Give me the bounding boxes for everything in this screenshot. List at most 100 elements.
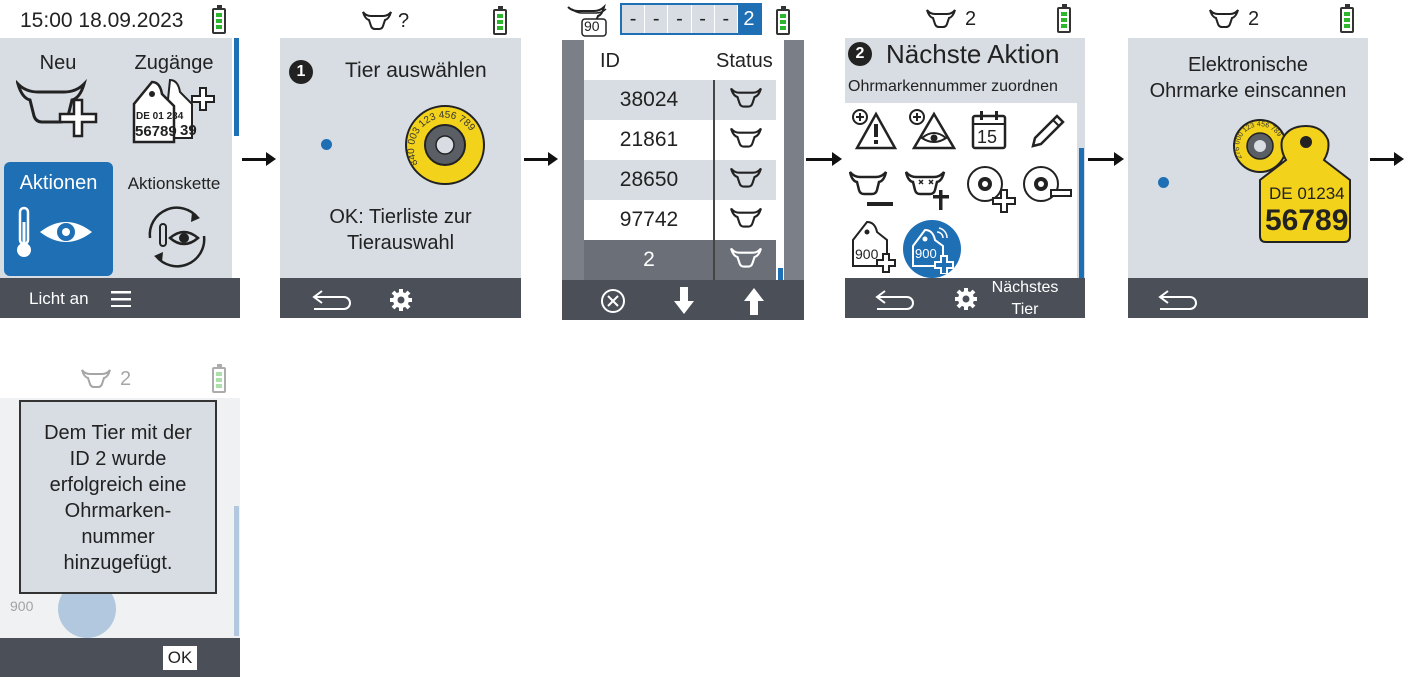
add-electronic-ear-tag-button[interactable]: 900 (903, 220, 961, 278)
status-bar: 90 - - - - - 2 (562, 0, 804, 38)
battery-icon (1057, 4, 1071, 33)
herd-count: 90 (584, 18, 600, 34)
gear-icon[interactable] (390, 289, 412, 311)
message-line: ID 2 wurde (69, 448, 167, 470)
battery-icon (776, 6, 790, 35)
cancel-circle-icon[interactable] (600, 288, 626, 314)
table-row-selected[interactable]: 2 (584, 240, 776, 280)
message-line: erfolgreich eine (49, 474, 187, 496)
cow-head-icon (81, 369, 111, 388)
animal-death-icon[interactable] (905, 168, 955, 212)
table-row[interactable]: 21861 (584, 120, 776, 160)
battery-icon (212, 364, 226, 393)
footer-bar (1128, 278, 1368, 318)
add-animal-icon (16, 78, 98, 138)
scan-title-line-1: Elektronische (1187, 54, 1309, 76)
footer-bar (562, 280, 804, 320)
message-line: hinzugefügt. (63, 552, 173, 574)
back-icon[interactable] (1156, 288, 1200, 312)
row-id: 21861 (619, 128, 679, 151)
scan-panel: Elektronische Ohrmarke einscannen 276 00… (1128, 38, 1368, 278)
page: { "colors": {"screen_bg": "#d8dde3", "fo… (0, 0, 1408, 677)
status-cow-icon (716, 86, 776, 108)
cow-head-icon (1209, 9, 1239, 28)
id-input[interactable]: - - - - - 2 (620, 3, 762, 35)
battery-icon (493, 6, 507, 35)
next-animal-button[interactable]: Nächstes Tier (983, 277, 1067, 321)
screen-main-menu: 15:00 18.09.2023 Neu Zugänge DE 01 234 5… (0, 0, 240, 318)
flow-arrow (242, 152, 276, 166)
dimmed-scrollbar (234, 506, 239, 636)
tile-neu[interactable]: Neu (0, 38, 116, 156)
next-animal-label-2: Tier (1011, 301, 1039, 318)
tag-country-text: DE 01234 (1269, 184, 1345, 203)
back-icon[interactable] (873, 288, 917, 312)
row-id: 38024 (619, 88, 679, 111)
scrollbar[interactable] (1079, 148, 1084, 278)
add-electronic-tag-icon[interactable] (965, 164, 1017, 214)
flow-arrow (806, 152, 842, 166)
tag-label: 900 (855, 246, 879, 262)
gear-icon[interactable] (955, 288, 977, 310)
table-row[interactable]: 28650 (584, 160, 776, 200)
message-line: nummer (81, 526, 155, 548)
table-row[interactable]: 97742 (584, 200, 776, 240)
status-cow-icon (716, 206, 776, 228)
hamburger-menu-icon[interactable] (111, 291, 131, 307)
pencil-icon[interactable] (1029, 112, 1067, 150)
animal-id-indicator: 2 (965, 8, 977, 30)
table-row[interactable]: 38024 (584, 80, 776, 120)
footer-bar: Nächstes Tier (845, 278, 1085, 318)
calendar-day: 15 (977, 127, 998, 147)
cow-head-icon (926, 9, 956, 28)
flow-arrow (524, 152, 558, 166)
light-button[interactable]: Licht an (29, 289, 89, 309)
flow-arrow (1370, 152, 1404, 166)
remove-animal-icon[interactable] (849, 170, 895, 210)
tile-label: Aktionskette (127, 174, 221, 193)
tile-label: Neu (39, 52, 77, 74)
panel-title: Tier auswählen (345, 59, 487, 82)
battery-icon (212, 5, 226, 34)
thermometer-eye-icon (17, 206, 92, 257)
message-line: Ohrmarken- (64, 500, 172, 522)
action-chain-icon (148, 206, 206, 268)
tile-aktionen[interactable]: Aktionen (4, 162, 113, 276)
scrollbar[interactable] (778, 268, 783, 280)
status-bar: ? (280, 0, 521, 38)
back-icon[interactable] (310, 288, 354, 312)
add-observation-icon[interactable] (908, 108, 956, 150)
add-warning-icon[interactable] (851, 108, 897, 150)
tag-label: 900 (915, 246, 937, 261)
screen-scan-tag: 2 Elektronische Ohrmarke einscannen 276 … (1128, 0, 1368, 318)
tile-aktionskette[interactable]: Aktionskette (116, 162, 232, 276)
footer-bar: OK (0, 638, 240, 677)
id-digit: - (645, 5, 669, 33)
id-digit-active: 2 (737, 5, 761, 33)
column-header-id: ID (600, 50, 620, 72)
scrollbar[interactable] (234, 38, 239, 136)
arrow-down-icon[interactable] (674, 287, 694, 315)
tag-country-text: DE 01 234 (136, 111, 184, 122)
datetime: 15:00 18.09.2023 (20, 9, 184, 32)
status-bar: 2 (1128, 0, 1368, 38)
screen-confirmation: 2 900 Dem Tier mit der ID 2 wurde erfolg… (0, 360, 240, 677)
select-animal-panel: 1 Tier auswählen 840 003 123 456 789 OK:… (280, 38, 521, 278)
hint-line-1: OK: Tierliste zur (329, 206, 472, 228)
ok-button[interactable]: OK (163, 646, 197, 670)
status-bar: 2 (0, 360, 240, 398)
row-id: 97742 (619, 208, 679, 231)
screen-animal-list: 90 - - - - - 2 ID Status 38024 21861 286… (562, 0, 804, 320)
battery-icon (1340, 4, 1354, 33)
remove-electronic-tag-icon[interactable] (1021, 164, 1073, 210)
step-badge: 2 (848, 42, 872, 66)
panel-subtitle: Ohrmarkennummer zuordnen (848, 78, 1058, 95)
confirmation-dialog: Dem Tier mit der ID 2 wurde erfolgreich … (19, 400, 217, 594)
next-animal-label-1: Nächstes (991, 279, 1059, 296)
tile-zugaenge[interactable]: Zugänge DE 01 234 56789 39 (116, 38, 232, 156)
electronic-tag-icon: 840 003 123 456 789 (405, 105, 485, 185)
flow-arrow (1088, 152, 1124, 166)
footer-bar: Licht an (0, 278, 240, 318)
status-bar: 2 (845, 0, 1085, 38)
arrow-up-icon[interactable] (744, 287, 764, 315)
